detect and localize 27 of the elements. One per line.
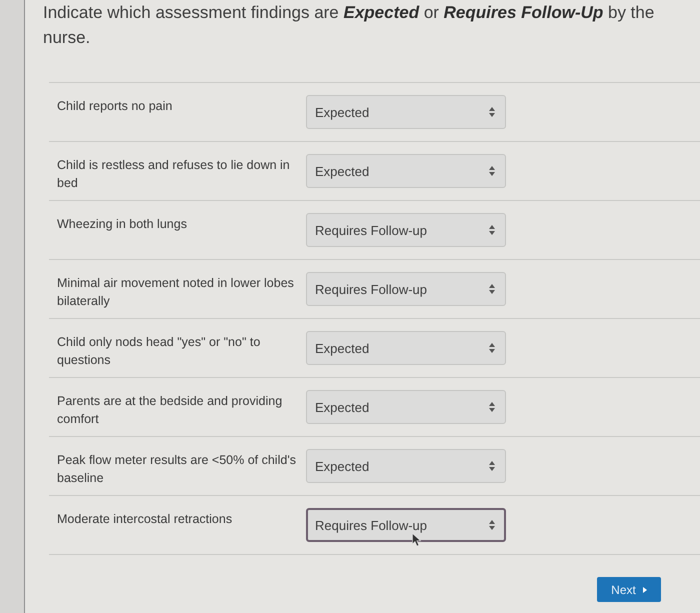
up-down-arrows-icon [489,402,495,412]
answer-dropdown[interactable]: Requires Follow-up [306,213,506,247]
answer-dropdown[interactable]: Expected [306,331,506,365]
up-down-arrows-icon [489,343,495,353]
finding-label: Peak flow meter results are <50% of child's baseline [56,452,297,487]
up-down-arrows-icon [489,520,495,530]
answer-dropdown[interactable]: Expected [306,390,506,424]
answer-dropdown[interactable]: Expected [306,95,506,129]
answer-dropdown[interactable]: Expected [306,154,506,188]
finding-label: Wheezing in both lungs [56,216,188,233]
answer-dropdown[interactable]: Expected [306,449,506,483]
up-down-arrows-icon [489,107,495,117]
up-down-arrows-icon [489,225,495,235]
next-button[interactable]: Next [597,577,661,602]
finding-label: Child reports no pain [56,98,174,115]
finding-label: Child only nods head "yes" or "no" to questions [56,334,262,369]
finding-label: Parents are at the bedside and providing comfort [56,393,284,428]
up-down-arrows-icon [489,461,495,471]
question-prompt: Indicate which assessment findings are Expected or Requires Follow-Up by the nurse. [43,2,656,49]
mouse-pointer-icon [412,533,422,547]
finding-label: Moderate intercostal retractions [56,511,234,528]
caret-icon [642,586,647,592]
answer-dropdown[interactable]: Requires Follow-up [306,272,506,306]
finding-label: Minimal air movement noted in lower lobes bilaterally [56,275,295,310]
up-down-arrows-icon [489,166,495,176]
finding-label: Child is restless and refuses to lie down in bed [56,157,291,192]
up-down-arrows-icon [489,284,495,294]
